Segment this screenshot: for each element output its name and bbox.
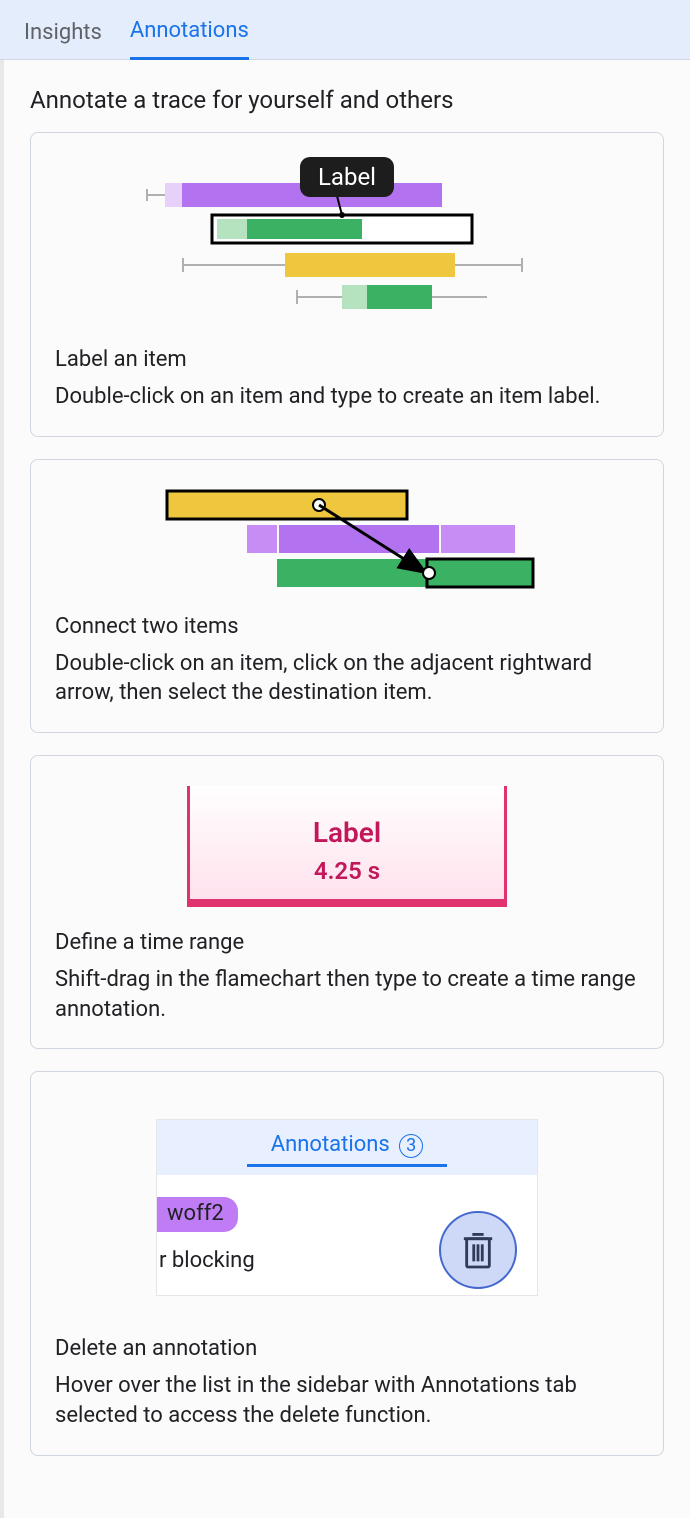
annotations-mini-panel-count: 3 — [399, 1134, 423, 1158]
annotations-mini-panel-body: woff2 r blocking — [157, 1175, 537, 1295]
card-label-item-title: Label an item — [55, 347, 639, 372]
tab-bar: Insights Annotations — [0, 0, 690, 60]
annotations-mini-panel: Annotations 3 woff2 r blocking — [156, 1119, 538, 1296]
card-label-item-desc: Double-click on an item and type to crea… — [55, 382, 639, 412]
card-delete-title: Delete an annotation — [55, 1336, 639, 1361]
card-connect: Connect two items Double-click on an ite… — [30, 459, 664, 733]
illustration-connect — [55, 480, 639, 600]
card-delete: Annotations 3 woff2 r blocking — [30, 1071, 664, 1455]
annotations-mini-panel-title: Annotations — [271, 1132, 390, 1157]
tab-insights[interactable]: Insights — [24, 20, 102, 59]
delete-annotation-button[interactable] — [439, 1211, 517, 1289]
illustration-label-item: Label — [55, 153, 639, 333]
time-range-label: Label — [190, 816, 504, 849]
page-title: Annotate a trace for yourself and others — [30, 86, 664, 114]
annotations-mini-panel-header: Annotations 3 — [157, 1120, 537, 1175]
illustration-delete: Annotations 3 woff2 r blocking — [55, 1092, 639, 1322]
card-time-range-title: Define a time range — [55, 930, 639, 955]
card-label-item: Label Label an item Double-click on an i… — [30, 132, 664, 437]
page-body: Annotate a trace for yourself and others — [0, 60, 690, 1518]
label-tooltip: Label — [300, 157, 394, 197]
card-time-range: Label 4.25 s Define a time range Shift-d… — [30, 755, 664, 1049]
card-connect-title: Connect two items — [55, 614, 639, 639]
card-time-range-desc: Shift-drag in the flamechart then type t… — [55, 965, 639, 1024]
tab-annotations[interactable]: Annotations — [130, 18, 249, 60]
card-connect-desc: Double-click on an item, click on the ad… — [55, 649, 639, 708]
annotation-item-pill: woff2 — [157, 1197, 238, 1232]
trash-icon — [461, 1230, 495, 1270]
illustration-time-range: Label 4.25 s — [55, 776, 639, 916]
card-delete-desc: Hover over the list in the sidebar with … — [55, 1371, 639, 1430]
time-range-value: 4.25 s — [190, 857, 504, 885]
